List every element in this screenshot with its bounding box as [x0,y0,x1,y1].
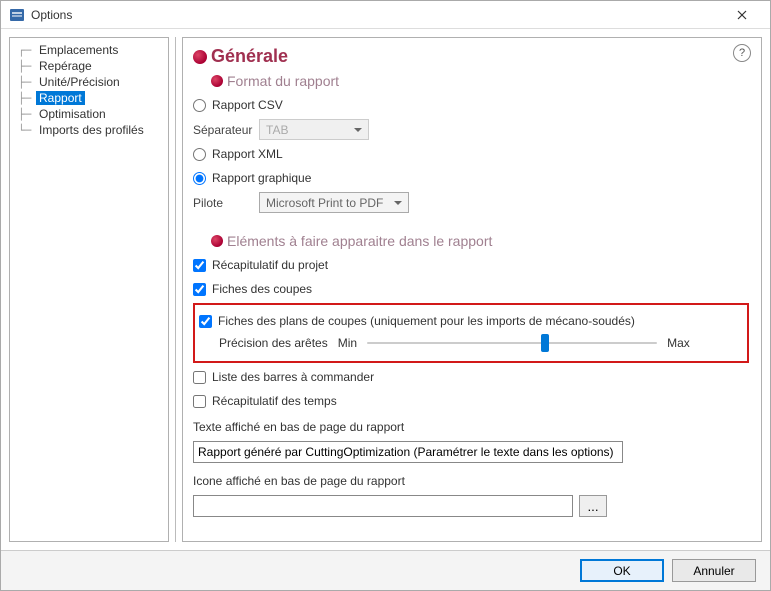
tree-item-optimisation[interactable]: ├─Optimisation [10,106,168,122]
close-icon [737,10,747,20]
check-liste-barres-label: Liste des barres à commander [212,370,374,384]
titlebar: Options [1,1,770,29]
help-icon: ? [739,47,745,59]
highlighted-option: Fiches des plans de coupes (uniquement p… [193,303,749,363]
check-recap-projet[interactable] [193,259,206,272]
pilote-combo[interactable]: Microsoft Print to PDF [259,192,409,213]
tree-item-unite-precision[interactable]: ├─Unité/Précision [10,74,168,90]
main-panel: ? Générale Format du rapport Rapport CSV… [182,37,762,542]
tree-item-imports-profiles[interactable]: └─Imports des profilés [10,122,168,138]
radio-graphique[interactable] [193,172,206,185]
texte-bas-input[interactable] [193,441,623,463]
precision-max-label: Max [667,336,690,350]
icone-bas-input[interactable] [193,495,573,517]
ok-button[interactable]: OK [580,559,664,582]
radio-xml[interactable] [193,148,206,161]
check-recap-temps[interactable] [193,395,206,408]
bullet-icon [211,75,223,87]
check-recap-projet-label: Récapitulatif du projet [212,258,328,272]
tree-item-emplacements[interactable]: ┌─Emplacements [10,42,168,58]
check-liste-barres[interactable] [193,371,206,384]
separator-combo[interactable]: TAB [259,119,369,140]
dialog-footer: OK Annuler [1,550,770,590]
tree-item-rapport[interactable]: ├─Rapport [10,90,168,106]
ellipsis-icon: ... [587,499,598,514]
format-section-title: Format du rapport [227,73,339,89]
page-title: Générale [211,46,288,67]
precision-min-label: Min [338,336,357,350]
slider-thumb[interactable] [541,334,549,352]
nav-tree: ┌─Emplacements ├─Repérage ├─Unité/Précis… [9,37,169,542]
precision-slider[interactable] [367,335,657,351]
check-fiches-plans[interactable] [199,315,212,328]
check-recap-temps-label: Récapitulatif des temps [212,394,337,408]
pilote-label: Pilote [193,196,253,210]
options-window: Options ┌─Emplacements ├─Repérage ├─Unit… [0,0,771,591]
app-icon [9,7,25,23]
check-fiches-plans-label: Fiches des plans de coupes (uniquement p… [218,314,635,328]
radio-csv-label: Rapport CSV [212,98,283,112]
close-button[interactable] [722,2,762,28]
splitter[interactable] [175,37,176,542]
icone-bas-label: Icone affiché en bas de page du rapport [193,474,405,488]
separator-label: Séparateur [193,123,253,137]
window-title: Options [31,8,72,22]
precision-label: Précision des arêtes [219,336,328,350]
radio-xml-label: Rapport XML [212,147,283,161]
browse-button[interactable]: ... [579,495,607,517]
check-fiches-coupes[interactable] [193,283,206,296]
elements-section-title: Eléments à faire apparaitre dans le rapp… [227,233,492,249]
cancel-button[interactable]: Annuler [672,559,756,582]
arrow-icon [193,50,207,64]
check-fiches-coupes-label: Fiches des coupes [212,282,312,296]
bullet-icon [211,235,223,247]
tree-item-reperage[interactable]: ├─Repérage [10,58,168,74]
radio-csv[interactable] [193,99,206,112]
texte-bas-label: Texte affiché en bas de page du rapport [193,420,404,434]
help-button[interactable]: ? [733,44,751,62]
radio-graphique-label: Rapport graphique [212,171,311,185]
